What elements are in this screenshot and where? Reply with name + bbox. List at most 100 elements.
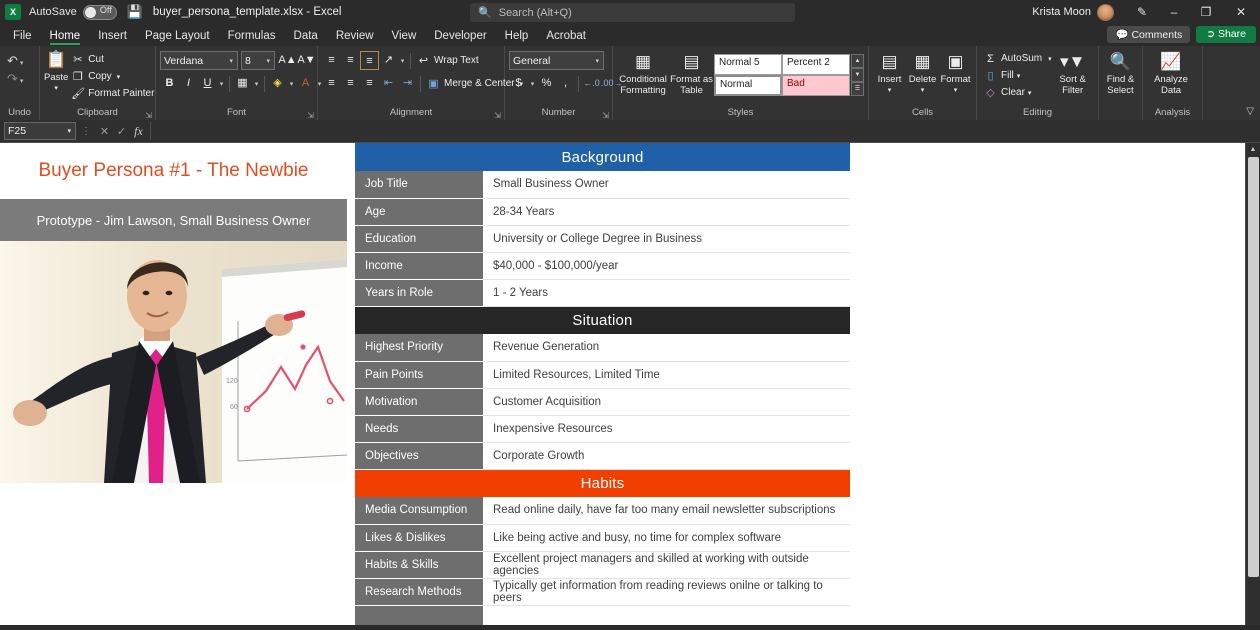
format-painter-button[interactable]: 🖌 Format Painter <box>68 85 157 102</box>
align-center-icon[interactable]: ≡ <box>341 74 360 93</box>
minimize-button[interactable]: – <box>1158 0 1190 24</box>
font-dialog-launcher[interactable]: ⇲ <box>307 111 314 120</box>
sort-filter-button[interactable]: ▾▼ Sort & Filter <box>1055 50 1091 96</box>
restore-button[interactable]: ❐ <box>1190 0 1222 24</box>
align-bottom-icon[interactable]: ≡ <box>360 51 379 70</box>
style-cell-bad[interactable]: Bad <box>782 75 850 96</box>
tab-formulas[interactable]: Formulas <box>219 28 285 46</box>
confirm-edit-button[interactable]: ✓ <box>113 125 130 138</box>
tab-insert[interactable]: Insert <box>89 28 136 46</box>
fill-color-icon[interactable]: ◈ <box>268 74 287 93</box>
avatar[interactable] <box>1097 3 1114 21</box>
align-middle-icon[interactable]: ≡ <box>341 51 360 70</box>
autosave-toggle[interactable]: Off <box>82 4 117 20</box>
chevron-down-icon[interactable]: ▾ <box>921 85 925 96</box>
save-icon[interactable]: 💾 <box>127 4 143 20</box>
tab-data[interactable]: Data <box>285 28 327 46</box>
chevron-down-icon[interactable]: ▾ <box>217 80 226 88</box>
row-value[interactable]: University or College Degree in Business <box>483 225 850 253</box>
chevron-down-icon[interactable]: ▾ <box>1028 89 1032 97</box>
borders-icon[interactable]: ▦ <box>233 74 252 93</box>
paste-button[interactable]: 📋 Paste ▾ <box>44 48 68 94</box>
font-name-combo[interactable]: Verdana ▾ <box>160 51 238 70</box>
scroll-up-icon[interactable]: ▲ <box>1246 143 1260 156</box>
insert-function-button[interactable]: fx <box>130 124 147 139</box>
analyze-data-button[interactable]: 📈 Analyze Data <box>1147 50 1195 96</box>
redo-arrow-icon[interactable]: ↷ ▾ <box>4 70 26 88</box>
grow-font-icon[interactable]: A▲ <box>278 51 297 70</box>
number-dialog-launcher[interactable]: ⇲ <box>602 111 609 120</box>
increase-indent-icon[interactable]: ⇥ <box>398 74 417 93</box>
format-as-table-button[interactable]: ▤ Format as Table <box>669 50 714 96</box>
clear-button[interactable]: ◇ Clear ▾ <box>981 84 1055 101</box>
row-value[interactable]: Excellent project managers and skilled a… <box>483 551 850 579</box>
fill-button[interactable]: ▯ Fill ▾ <box>981 67 1055 84</box>
row-value[interactable]: Corporate Growth <box>483 442 850 470</box>
chevron-down-icon[interactable]: ▾ <box>1017 72 1021 80</box>
currency-icon[interactable]: $ <box>509 74 528 93</box>
comma-icon[interactable]: , <box>556 74 575 93</box>
search-input[interactable]: 🔍 Search (Alt+Q) <box>470 3 795 22</box>
row-value[interactable] <box>483 605 850 625</box>
alignment-dialog-launcher[interactable]: ⇲ <box>494 111 501 120</box>
style-cell-percent-2[interactable]: Percent 2 <box>782 54 850 75</box>
gallery-scroll-up-icon[interactable]: ▲ <box>851 54 864 68</box>
close-button[interactable]: ✕ <box>1222 0 1260 24</box>
chevron-down-icon[interactable]: ▾ <box>117 73 121 81</box>
account-name[interactable]: Krista Moon <box>1032 6 1091 18</box>
chevron-down-icon[interactable]: ▾ <box>888 85 892 96</box>
style-cell-normal[interactable]: Normal <box>714 75 782 96</box>
row-value[interactable]: Revenue Generation <box>483 334 850 362</box>
comments-button[interactable]: 💬 Comments <box>1107 26 1191 43</box>
chevron-down-icon[interactable]: ▾ <box>54 83 58 94</box>
tab-file[interactable]: File <box>4 28 41 46</box>
collapse-ribbon-icon[interactable]: ▽ <box>1246 106 1254 117</box>
orientation-icon[interactable]: ↗ <box>379 51 398 70</box>
decrease-indent-icon[interactable]: ⇤ <box>379 74 398 93</box>
empty-sheet-region[interactable] <box>850 143 1245 625</box>
align-top-icon[interactable]: ≡ <box>322 51 341 70</box>
tab-page-layout[interactable]: Page Layout <box>136 28 219 46</box>
row-value[interactable]: 28-34 Years <box>483 198 850 226</box>
tab-home[interactable]: Home <box>41 28 90 46</box>
row-value[interactable]: Read online daily, have far too many ema… <box>483 497 850 525</box>
bold-button[interactable]: B <box>160 74 179 93</box>
tab-review[interactable]: Review <box>327 28 383 46</box>
gallery-scroll-buttons[interactable]: ▲ ▼ ☰ <box>851 54 864 96</box>
chevron-down-icon[interactable]: ▾ <box>252 80 261 88</box>
share-button[interactable]: ➲ Share <box>1196 26 1256 43</box>
cancel-edit-button[interactable]: ✕ <box>96 125 113 138</box>
font-size-combo[interactable]: 8 ▾ <box>241 51 275 70</box>
row-value[interactable]: Typically get information from reading r… <box>483 578 850 606</box>
style-cell-normal-5[interactable]: Normal 5 <box>714 54 782 75</box>
clipboard-dialog-launcher[interactable]: ⇲ <box>145 111 152 120</box>
conditional-formatting-button[interactable]: ▦ Conditional Formatting <box>617 50 669 96</box>
wrap-text-button[interactable]: ↩ Wrap Text <box>414 52 482 69</box>
chevron-down-icon[interactable]: ▾ <box>1048 55 1052 63</box>
pen-icon[interactable]: ✎ <box>1126 0 1158 24</box>
row-value[interactable]: 1 - 2 Years <box>483 279 850 307</box>
find-select-button[interactable]: 🔍 Find & Select <box>1103 50 1138 96</box>
row-value[interactable]: Customer Acquisition <box>483 388 850 416</box>
increase-decimal-icon[interactable]: ←.0 <box>582 74 601 93</box>
align-left-icon[interactable]: ≡ <box>322 74 341 93</box>
vertical-scrollbar[interactable]: ▲ <box>1245 143 1260 625</box>
align-right-icon[interactable]: ≡ <box>360 74 379 93</box>
chevron-down-icon[interactable]: ▾ <box>287 80 296 88</box>
tab-view[interactable]: View <box>383 28 426 46</box>
row-value[interactable]: Small Business Owner <box>483 171 850 199</box>
gallery-expand-icon[interactable]: ☰ <box>851 82 864 96</box>
autosum-button[interactable]: Σ AutoSum ▾ <box>981 50 1055 67</box>
copy-button[interactable]: ❐ Copy ▾ <box>68 68 157 85</box>
chevron-down-icon[interactable]: ▾ <box>528 80 537 88</box>
insert-cells-button[interactable]: ▤ Insert ▾ <box>873 50 906 96</box>
cut-button[interactable]: ✂ Cut <box>68 51 157 68</box>
row-value[interactable]: Inexpensive Resources <box>483 415 850 443</box>
format-cells-button[interactable]: ▣ Format ▾ <box>939 50 972 96</box>
chevron-down-icon[interactable]: ▾ <box>398 57 407 65</box>
row-value[interactable]: Limited Resources, Limited Time <box>483 361 850 389</box>
number-format-combo[interactable]: General ▾ <box>509 51 604 70</box>
undo-arrow-icon[interactable]: ↶ ▾ <box>4 52 26 70</box>
percent-icon[interactable]: % <box>537 74 556 93</box>
underline-button[interactable]: U <box>198 74 217 93</box>
